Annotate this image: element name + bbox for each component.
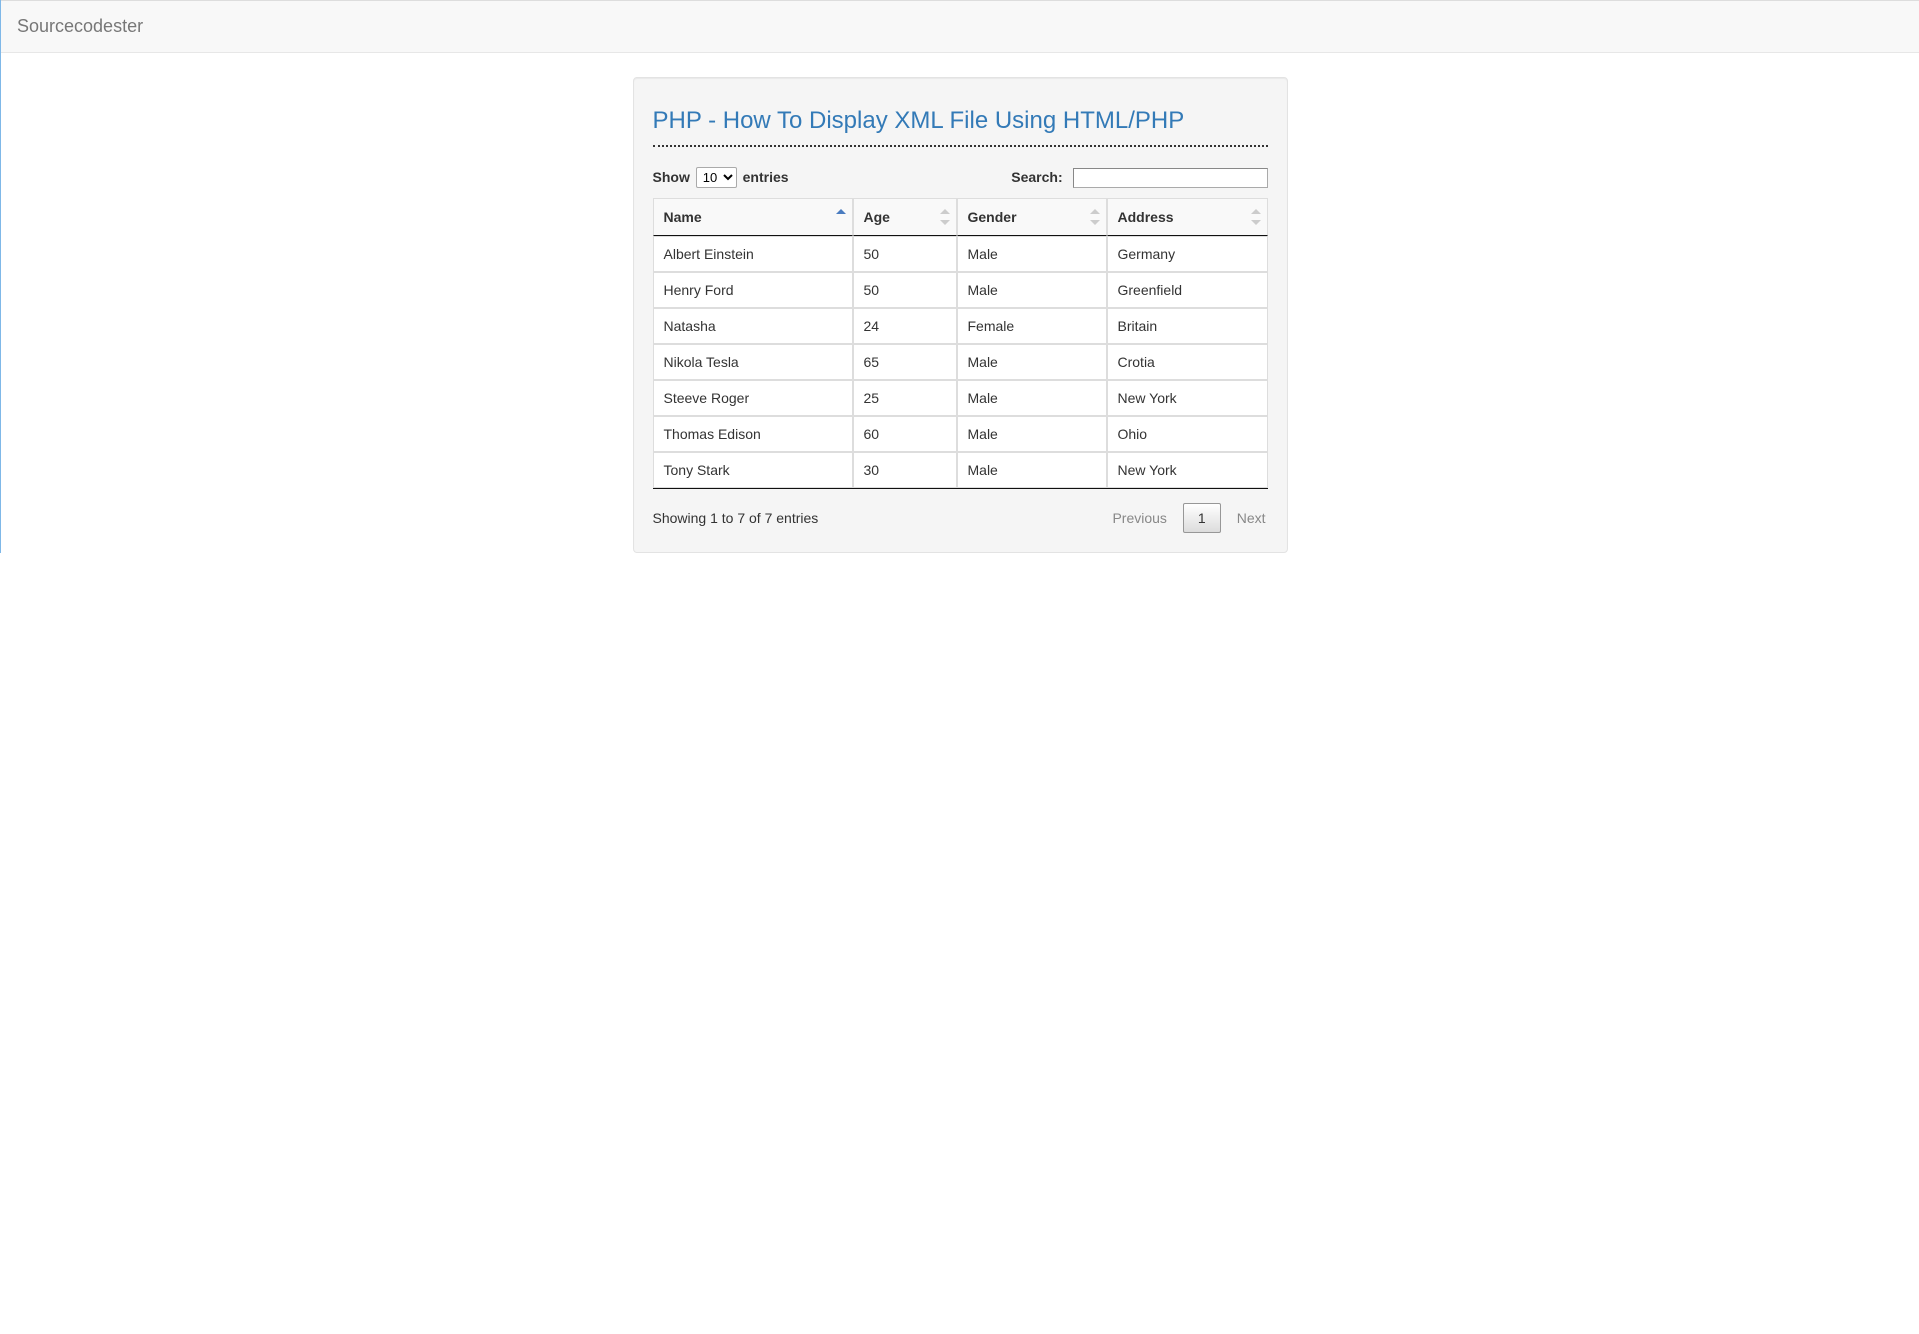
column-label: Address [1118, 209, 1174, 225]
sort-both-icon [940, 209, 950, 225]
show-label: Show [653, 169, 690, 185]
cell-address: Germany [1107, 236, 1268, 272]
cell-address: Ohio [1107, 416, 1268, 452]
data-table: Name Age Gender Address [653, 198, 1268, 489]
cell-age: 30 [853, 452, 957, 488]
next-button[interactable]: Next [1235, 504, 1268, 532]
cell-gender: Female [957, 308, 1107, 344]
cell-address: Greenfield [1107, 272, 1268, 308]
entries-label: entries [743, 169, 789, 185]
cell-address: New York [1107, 380, 1268, 416]
divider [653, 145, 1268, 147]
column-header-age[interactable]: Age [853, 198, 957, 236]
cell-age: 65 [853, 344, 957, 380]
cell-name: Steeve Roger [653, 380, 853, 416]
cell-gender: Male [957, 452, 1107, 488]
cell-address: New York [1107, 452, 1268, 488]
column-label: Gender [968, 209, 1017, 225]
table-row: Tony Stark30MaleNew York [653, 452, 1268, 488]
entries-length-select[interactable]: 10 [696, 167, 737, 188]
cell-age: 25 [853, 380, 957, 416]
cell-address: Crotia [1107, 344, 1268, 380]
column-header-name[interactable]: Name [653, 198, 853, 236]
cell-age: 50 [853, 272, 957, 308]
column-label: Age [864, 209, 890, 225]
column-label: Name [664, 209, 702, 225]
cell-age: 50 [853, 236, 957, 272]
cell-name: Thomas Edison [653, 416, 853, 452]
page-number-button[interactable]: 1 [1183, 503, 1221, 533]
sort-asc-icon [836, 209, 846, 225]
cell-gender: Male [957, 272, 1107, 308]
column-header-gender[interactable]: Gender [957, 198, 1107, 236]
cell-age: 60 [853, 416, 957, 452]
cell-address: Britain [1107, 308, 1268, 344]
sort-both-icon [1251, 209, 1261, 225]
search-input[interactable] [1073, 168, 1268, 188]
table-row: Thomas Edison60MaleOhio [653, 416, 1268, 452]
cell-gender: Male [957, 236, 1107, 272]
navbar-brand[interactable]: Sourcecodester [17, 1, 143, 52]
cell-gender: Male [957, 380, 1107, 416]
cell-age: 24 [853, 308, 957, 344]
table-row: Nikola Tesla65MaleCrotia [653, 344, 1268, 380]
entries-length-control: Show 10 entries [653, 167, 789, 188]
sort-both-icon [1090, 209, 1100, 225]
search-label: Search: [1011, 169, 1062, 185]
table-info: Showing 1 to 7 of 7 entries [653, 510, 819, 526]
column-header-address[interactable]: Address [1107, 198, 1268, 236]
cell-name: Tony Stark [653, 452, 853, 488]
table-row: Steeve Roger25MaleNew York [653, 380, 1268, 416]
previous-button[interactable]: Previous [1110, 504, 1168, 532]
table-row: Henry Ford50MaleGreenfield [653, 272, 1268, 308]
cell-gender: Male [957, 344, 1107, 380]
navbar: Sourcecodester [1, 0, 1919, 53]
table-row: Albert Einstein50MaleGermany [653, 236, 1268, 272]
page-title: PHP - How To Display XML File Using HTML… [653, 107, 1268, 135]
cell-gender: Male [957, 416, 1107, 452]
cell-name: Albert Einstein [653, 236, 853, 272]
table-header-row: Name Age Gender Address [653, 198, 1268, 236]
pagination: Previous 1 Next [1110, 503, 1267, 533]
table-row: Natasha24FemaleBritain [653, 308, 1268, 344]
search-control: Search: [1011, 168, 1267, 188]
cell-name: Natasha [653, 308, 853, 344]
cell-name: Henry Ford [653, 272, 853, 308]
cell-name: Nikola Tesla [653, 344, 853, 380]
content-well: PHP - How To Display XML File Using HTML… [633, 77, 1288, 553]
